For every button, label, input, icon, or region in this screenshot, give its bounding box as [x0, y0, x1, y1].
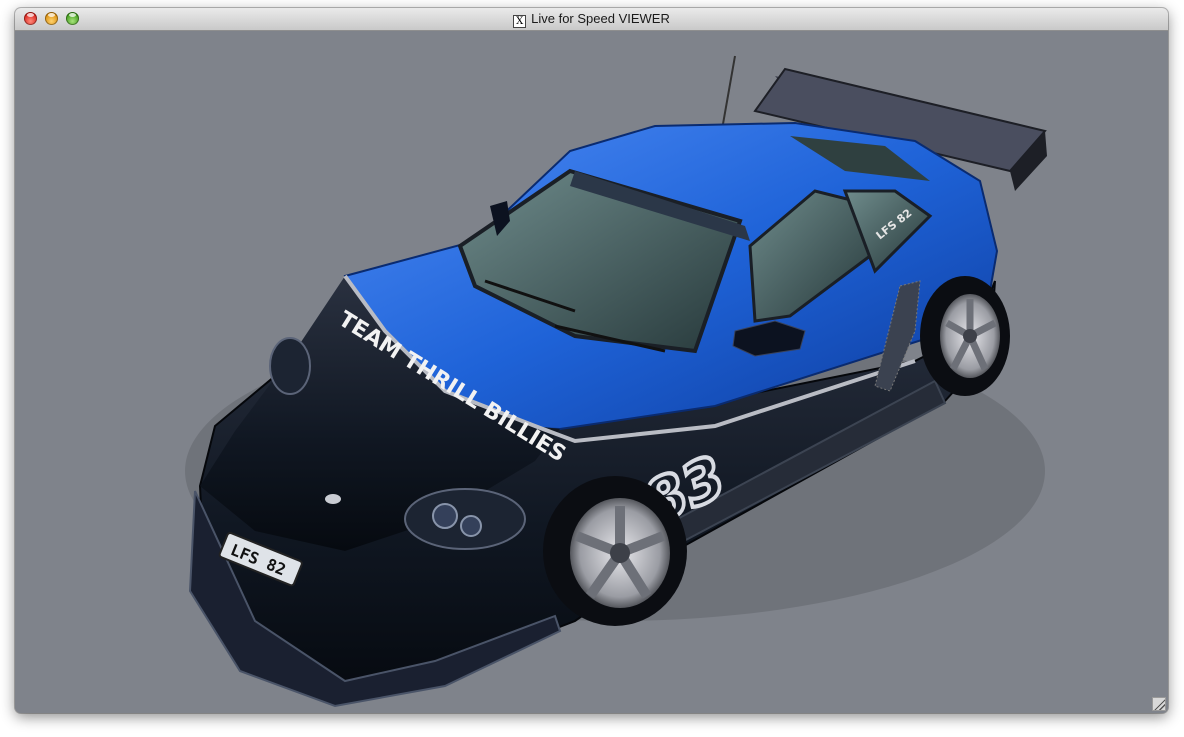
window-title-text: Live for Speed VIEWER: [531, 11, 670, 26]
headlight-left: [269, 337, 311, 395]
front-badge: [325, 494, 341, 504]
title-bar[interactable]: X Live for Speed VIEWER: [15, 8, 1168, 31]
app-window: X Live for Speed VIEWER LFS 82 TEAM THRI…: [15, 8, 1168, 713]
resize-grip[interactable]: [1152, 697, 1166, 711]
window-title: X Live for Speed VIEWER: [15, 11, 1168, 28]
front-wheel: [543, 476, 687, 626]
car-render: LFS 82 TEAM THRILL BILLIES 83 LFS 82: [185, 55, 1047, 708]
rear-wheel: [920, 276, 1010, 396]
x11-icon: X: [513, 15, 527, 28]
3d-viewport[interactable]: LFS 82 TEAM THRILL BILLIES 83 LFS 82: [15, 31, 1168, 713]
